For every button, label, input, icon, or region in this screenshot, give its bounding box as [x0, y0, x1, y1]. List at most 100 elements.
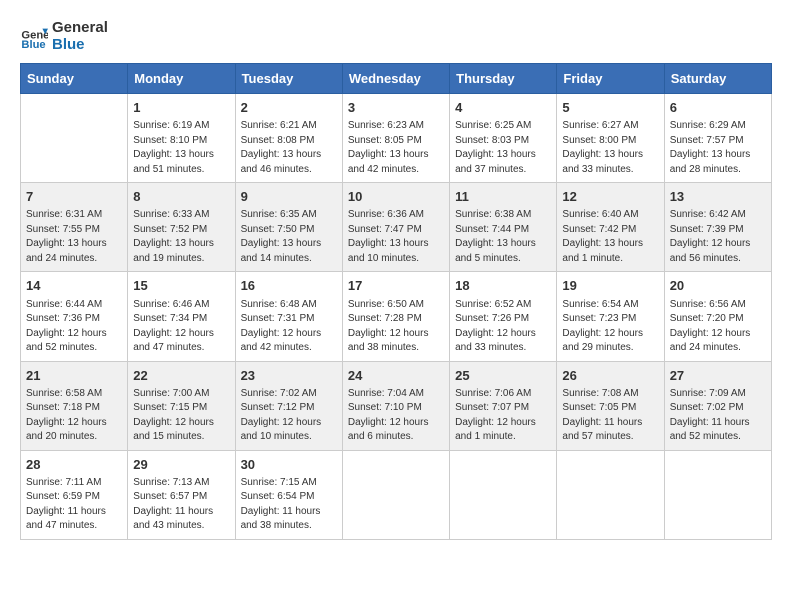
logo-icon: General Blue: [20, 23, 48, 51]
day-number: 20: [670, 277, 766, 295]
day-number: 14: [26, 277, 122, 295]
day-info: Sunrise: 6:29 AMSunset: 7:57 PMDaylight:…: [670, 119, 766, 177]
day-number: 9: [241, 188, 337, 206]
day-info: Sunrise: 6:21 AMSunset: 8:08 PMDaylight:…: [241, 119, 337, 177]
weekday-header-thursday: Thursday: [450, 64, 557, 94]
calendar-cell: [664, 450, 771, 539]
weekday-header-sunday: Sunday: [21, 64, 128, 94]
calendar-cell: 28Sunrise: 7:11 AMSunset: 6:59 PMDayligh…: [21, 450, 128, 539]
day-info: Sunrise: 6:44 AMSunset: 7:36 PMDaylight:…: [26, 298, 122, 356]
day-number: 1: [133, 99, 229, 117]
calendar-cell: 8 Sunrise: 6:33 AMSunset: 7:52 PMDaylight…: [128, 183, 235, 272]
calendar-cell: 7 Sunrise: 6:31 AMSunset: 7:55 PMDaylight…: [21, 183, 128, 272]
day-info: Sunrise: 6:52 AMSunset: 7:26 PMDaylight:…: [455, 298, 551, 356]
calendar-week-1: 1 Sunrise: 6:19 AMSunset: 8:10 PMDaylight…: [21, 94, 772, 183]
calendar-cell: 16 Sunrise: 6:48 AMSunset: 7:31 PMDayligh…: [235, 272, 342, 361]
day-number: 21: [26, 367, 122, 385]
day-info: Sunrise: 7:13 AMSunset: 6:57 PMDaylight:…: [133, 476, 229, 534]
day-info: Sunrise: 6:25 AMSunset: 8:03 PMDaylight:…: [455, 119, 551, 177]
calendar-cell: 10 Sunrise: 6:36 AMSunset: 7:47 PMDayligh…: [342, 183, 449, 272]
weekday-header-row: SundayMondayTuesdayWednesdayThursdayFrid…: [21, 64, 772, 94]
day-number: 30: [241, 456, 337, 474]
day-info: Sunrise: 6:33 AMSunset: 7:52 PMDaylight:…: [133, 208, 229, 266]
day-info: Sunrise: 7:06 AMSunset: 7:07 PMDaylight:…: [455, 387, 551, 445]
day-number: 13: [670, 188, 766, 206]
day-number: 7: [26, 188, 122, 206]
weekday-header-tuesday: Tuesday: [235, 64, 342, 94]
calendar-body: 1 Sunrise: 6:19 AMSunset: 8:10 PMDaylight…: [21, 94, 772, 540]
weekday-header-saturday: Saturday: [664, 64, 771, 94]
calendar-cell: 22Sunrise: 7:00 AMSunset: 7:15 PMDayligh…: [128, 361, 235, 450]
calendar-cell: 14 Sunrise: 6:44 AMSunset: 7:36 PMDayligh…: [21, 272, 128, 361]
day-info: Sunrise: 7:02 AMSunset: 7:12 PMDaylight:…: [241, 387, 337, 445]
calendar-cell: 26Sunrise: 7:08 AMSunset: 7:05 PMDayligh…: [557, 361, 664, 450]
day-info: Sunrise: 6:58 AMSunset: 7:18 PMDaylight:…: [26, 387, 122, 445]
svg-text:Blue: Blue: [21, 39, 45, 51]
day-number: 3: [348, 99, 444, 117]
day-info: Sunrise: 7:15 AMSunset: 6:54 PMDaylight:…: [241, 476, 337, 534]
calendar-cell: 29 Sunrise: 7:13 AMSunset: 6:57 PMDayligh…: [128, 450, 235, 539]
day-info: Sunrise: 7:09 AMSunset: 7:02 PMDaylight:…: [670, 387, 766, 445]
calendar-cell: 12 Sunrise: 6:40 AMSunset: 7:42 PMDayligh…: [557, 183, 664, 272]
day-number: 16: [241, 277, 337, 295]
day-info: Sunrise: 6:19 AMSunset: 8:10 PMDaylight:…: [133, 119, 229, 177]
calendar-cell: 18Sunrise: 6:52 AMSunset: 7:26 PMDayligh…: [450, 272, 557, 361]
calendar-week-4: 21 Sunrise: 6:58 AMSunset: 7:18 PMDayligh…: [21, 361, 772, 450]
calendar-cell: 11 Sunrise: 6:38 AMSunset: 7:44 PMDayligh…: [450, 183, 557, 272]
calendar-cell: 1 Sunrise: 6:19 AMSunset: 8:10 PMDaylight…: [128, 94, 235, 183]
day-number: 11: [455, 188, 551, 206]
calendar-cell: 6 Sunrise: 6:29 AMSunset: 7:57 PMDaylight…: [664, 94, 771, 183]
page-header: General Blue General Blue: [20, 20, 772, 53]
calendar-cell: 9Sunrise: 6:35 AMSunset: 7:50 PMDaylight…: [235, 183, 342, 272]
calendar-cell: 3 Sunrise: 6:23 AMSunset: 8:05 PMDaylight…: [342, 94, 449, 183]
day-info: Sunrise: 6:23 AMSunset: 8:05 PMDaylight:…: [348, 119, 444, 177]
calendar-cell: 24 Sunrise: 7:04 AMSunset: 7:10 PMDayligh…: [342, 361, 449, 450]
day-number: 19: [562, 277, 658, 295]
calendar-week-3: 14 Sunrise: 6:44 AMSunset: 7:36 PMDayligh…: [21, 272, 772, 361]
day-info: Sunrise: 6:31 AMSunset: 7:55 PMDaylight:…: [26, 208, 122, 266]
day-number: 27: [670, 367, 766, 385]
day-number: 8: [133, 188, 229, 206]
calendar-cell: 30 Sunrise: 7:15 AMSunset: 6:54 PMDayligh…: [235, 450, 342, 539]
day-info: Sunrise: 6:40 AMSunset: 7:42 PMDaylight:…: [562, 208, 658, 266]
day-number: 24: [348, 367, 444, 385]
calendar-cell: 27 Sunrise: 7:09 AMSunset: 7:02 PMDayligh…: [664, 361, 771, 450]
day-number: 12: [562, 188, 658, 206]
calendar-cell: 17 Sunrise: 6:50 AMSunset: 7:28 PMDayligh…: [342, 272, 449, 361]
calendar-cell: 23Sunrise: 7:02 AMSunset: 7:12 PMDayligh…: [235, 361, 342, 450]
calendar-cell: 4 Sunrise: 6:25 AMSunset: 8:03 PMDaylight…: [450, 94, 557, 183]
calendar-cell: [21, 94, 128, 183]
day-number: 5: [562, 99, 658, 117]
day-number: 2: [241, 99, 337, 117]
calendar-cell: [450, 450, 557, 539]
weekday-header-friday: Friday: [557, 64, 664, 94]
calendar-cell: 13 Sunrise: 6:42 AMSunset: 7:39 PMDayligh…: [664, 183, 771, 272]
day-info: Sunrise: 7:08 AMSunset: 7:05 PMDaylight:…: [562, 387, 658, 445]
day-number: 10: [348, 188, 444, 206]
calendar-week-2: 7 Sunrise: 6:31 AMSunset: 7:55 PMDaylight…: [21, 183, 772, 272]
day-info: Sunrise: 6:36 AMSunset: 7:47 PMDaylight:…: [348, 208, 444, 266]
calendar-cell: 25Sunrise: 7:06 AMSunset: 7:07 PMDayligh…: [450, 361, 557, 450]
day-number: 6: [670, 99, 766, 117]
day-info: Sunrise: 6:46 AMSunset: 7:34 PMDaylight:…: [133, 298, 229, 356]
day-number: 28: [26, 456, 122, 474]
day-number: 29: [133, 456, 229, 474]
day-number: 4: [455, 99, 551, 117]
day-number: 17: [348, 277, 444, 295]
weekday-header-wednesday: Wednesday: [342, 64, 449, 94]
day-info: Sunrise: 6:38 AMSunset: 7:44 PMDaylight:…: [455, 208, 551, 266]
calendar-cell: 5Sunrise: 6:27 AMSunset: 8:00 PMDaylight…: [557, 94, 664, 183]
day-info: Sunrise: 6:42 AMSunset: 7:39 PMDaylight:…: [670, 208, 766, 266]
weekday-header-monday: Monday: [128, 64, 235, 94]
calendar-header: SundayMondayTuesdayWednesdayThursdayFrid…: [21, 64, 772, 94]
calendar-cell: 2 Sunrise: 6:21 AMSunset: 8:08 PMDaylight…: [235, 94, 342, 183]
day-info: Sunrise: 6:50 AMSunset: 7:28 PMDaylight:…: [348, 298, 444, 356]
day-info: Sunrise: 6:48 AMSunset: 7:31 PMDaylight:…: [241, 298, 337, 356]
day-info: Sunrise: 6:54 AMSunset: 7:23 PMDaylight:…: [562, 298, 658, 356]
calendar-table: SundayMondayTuesdayWednesdayThursdayFrid…: [20, 63, 772, 540]
day-number: 15: [133, 277, 229, 295]
calendar-week-5: 28Sunrise: 7:11 AMSunset: 6:59 PMDayligh…: [21, 450, 772, 539]
calendar-cell: [342, 450, 449, 539]
day-info: Sunrise: 7:04 AMSunset: 7:10 PMDaylight:…: [348, 387, 444, 445]
calendar-cell: 20Sunrise: 6:56 AMSunset: 7:20 PMDayligh…: [664, 272, 771, 361]
